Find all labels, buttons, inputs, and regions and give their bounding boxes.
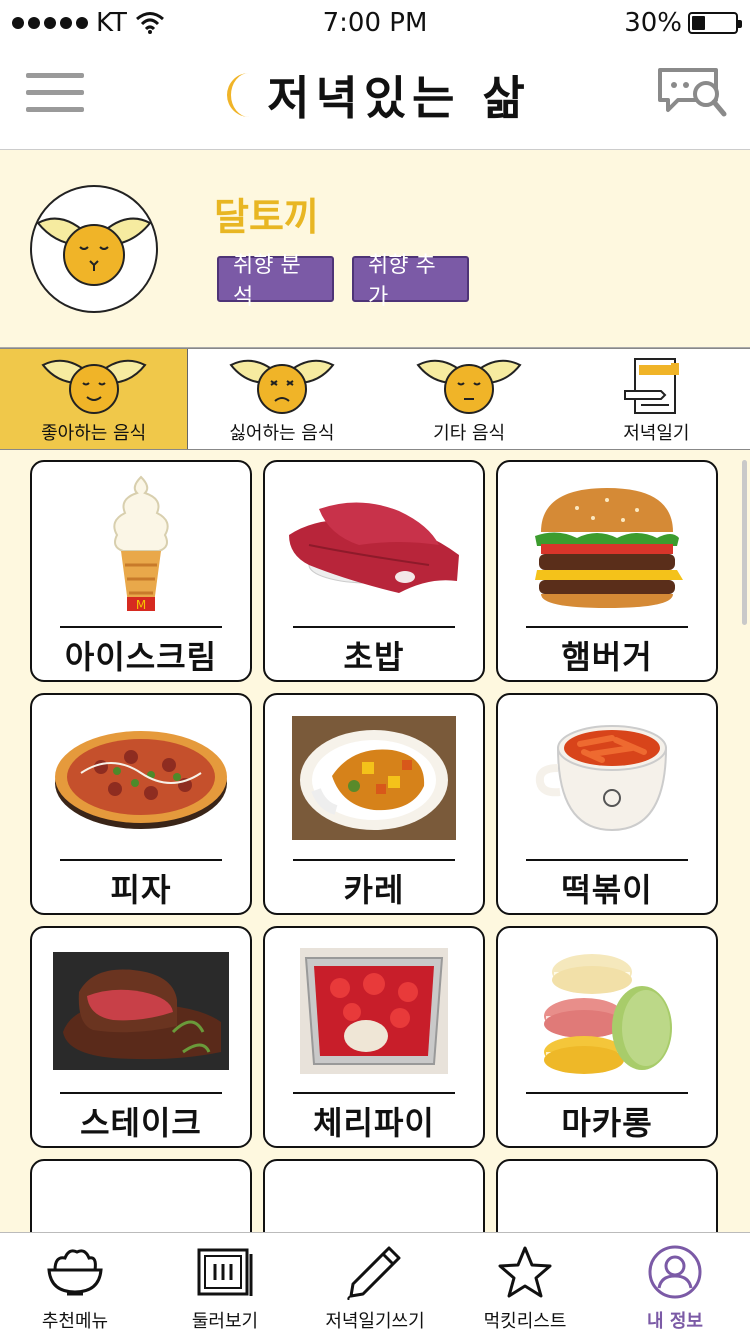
star-icon [498, 1246, 552, 1298]
app-header: 저녁있는 삶 [0, 48, 750, 150]
app-title: 저녁있는 삶 [267, 71, 531, 125]
pizza-image [42, 703, 240, 853]
card-divider [60, 1092, 222, 1094]
card-divider [60, 626, 222, 628]
card-divider [293, 1092, 455, 1094]
nav-write-diary[interactable]: 저녁일기쓰기 [300, 1233, 450, 1334]
user-profile-icon [648, 1245, 702, 1299]
nav-recommend-menu[interactable]: 추천메뉴 [0, 1233, 150, 1334]
card-divider [293, 626, 455, 628]
avatar[interactable] [30, 185, 158, 313]
food-label: 체리파이 [313, 1104, 435, 1142]
food-card[interactable]: 피자 [30, 693, 252, 915]
nav-label: 추천메뉴 [41, 1311, 109, 1332]
food-grid: M 아이스크림 초밥 햄버거 피자 카레 떡볶이 스테이크 체리파이 마카롱 [30, 460, 720, 1232]
food-grid-area: M 아이스크림 초밥 햄버거 피자 카레 떡볶이 스테이크 체리파이 마카롱 [0, 450, 750, 1232]
pen-icon [347, 1246, 401, 1300]
food-label: 떡볶이 [561, 871, 653, 909]
nav-browse[interactable]: 둘러보기 [150, 1233, 300, 1334]
tab-liked-food[interactable]: 좋아하는 음식 [0, 349, 189, 449]
sad-rabbit-icon [229, 359, 335, 414]
nav-my-info[interactable]: 내 정보 [600, 1233, 750, 1334]
profile-section: 달토끼 취향 분석 취향 추가 [0, 150, 750, 348]
scrollbar[interactable] [742, 460, 747, 625]
bottom-nav: 추천메뉴 둘러보기 저녁일기쓰기 먹킷리스트 내 정보 [0, 1232, 750, 1334]
cherry-pie-image [275, 936, 473, 1086]
food-card[interactable]: 마카롱 [496, 926, 718, 1148]
brand: 저녁있는 삶 [0, 62, 750, 128]
card-divider [526, 1092, 688, 1094]
battery-percent: 30% [624, 8, 682, 38]
diary-book-icon [624, 358, 680, 414]
food-label: 아이스크림 [64, 638, 218, 676]
tteokbokki-image [508, 703, 706, 853]
hamburger-image [508, 470, 706, 620]
card-divider [293, 859, 455, 861]
svg-text:M: M [136, 598, 146, 612]
food-card[interactable]: 체리파이 [263, 926, 485, 1148]
nav-label: 먹킷리스트 [483, 1311, 567, 1332]
tab-label: 저녁일기 [623, 423, 690, 444]
rabbit-avatar-icon [36, 217, 152, 286]
category-tabs: 좋아하는 음식 싫어하는 음식 기타 음식 저녁일기 [0, 348, 750, 450]
taste-analysis-button[interactable]: 취향 분석 [217, 253, 334, 310]
browse-frame-icon [197, 1248, 253, 1296]
card-divider [526, 626, 688, 628]
nav-label: 내 정보 [647, 1311, 703, 1332]
crescent-moon-icon [227, 73, 250, 117]
food-card-empty[interactable] [30, 1159, 252, 1232]
steak-image [42, 936, 240, 1086]
happy-rabbit-icon [41, 359, 147, 414]
tab-dinner-diary[interactable]: 저녁일기 [563, 349, 750, 449]
food-card[interactable]: M 아이스크림 [30, 460, 252, 682]
food-card[interactable]: 카레 [263, 693, 485, 915]
food-label: 카레 [343, 871, 405, 909]
tab-other-food[interactable]: 기타 음식 [376, 349, 563, 449]
tab-label: 기타 음식 [433, 423, 506, 444]
food-label: 마카롱 [561, 1104, 653, 1142]
food-label: 스테이크 [80, 1104, 202, 1142]
food-card[interactable]: 햄버거 [496, 460, 718, 682]
sushi-image [275, 470, 473, 620]
nav-label: 저녁일기쓰기 [325, 1311, 425, 1332]
food-card-empty[interactable] [496, 1159, 718, 1232]
nav-label: 둘러보기 [191, 1311, 259, 1332]
food-label: 햄버거 [561, 638, 653, 676]
battery-icon [688, 12, 742, 34]
taste-add-button[interactable]: 취향 추가 [352, 253, 469, 310]
food-label: 피자 [110, 871, 172, 909]
food-label: 초밥 [343, 638, 405, 676]
rice-bowl-icon [47, 1249, 103, 1296]
food-card[interactable]: 떡볶이 [496, 693, 718, 915]
nav-bucket-list[interactable]: 먹킷리스트 [450, 1233, 600, 1334]
status-bar: KT 7:00 PM 30% [0, 0, 750, 48]
tab-label: 좋아하는 음식 [41, 423, 147, 444]
tab-label: 싫어하는 음식 [229, 423, 335, 444]
card-divider [526, 859, 688, 861]
tab-disliked-food[interactable]: 싫어하는 음식 [188, 349, 375, 449]
card-divider [60, 859, 222, 861]
curry-image [275, 703, 473, 853]
nickname: 달토끼 [214, 194, 319, 239]
food-card-empty[interactable] [263, 1159, 485, 1232]
food-card[interactable]: 스테이크 [30, 926, 252, 1148]
neutral-rabbit-icon [416, 359, 522, 414]
ice-cream-image: M [42, 470, 240, 620]
status-right: 30% [624, 8, 742, 38]
chat-search-icon[interactable] [656, 66, 728, 122]
food-card[interactable]: 초밥 [263, 460, 485, 682]
macarons-image [508, 936, 706, 1086]
